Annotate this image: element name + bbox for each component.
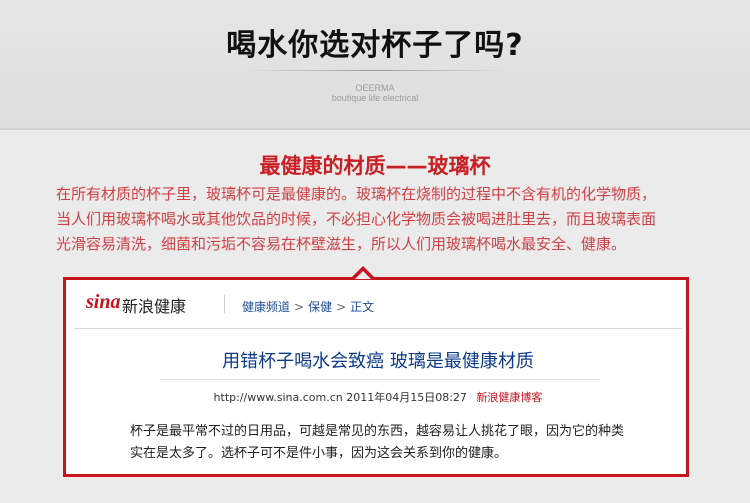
page-headline: 喝水你选对杯子了吗? <box>226 28 524 63</box>
article-url[interactable]: http://www.sina.com.cn <box>214 391 343 404</box>
sina-header: sina 新浪健康 健康频道 > 保健 > 正文 <box>74 288 682 318</box>
article-source-link[interactable]: 新浪健康博客 <box>476 391 542 404</box>
sina-logo[interactable]: sina <box>86 291 120 314</box>
brand-name: OEERMA <box>355 83 395 93</box>
breadcrumb: 健康频道 > 保健 > 正文 <box>242 298 374 315</box>
breadcrumb-link-health-channel[interactable]: 健康频道 <box>242 300 290 314</box>
article-date: 2011年04月15日08:27 <box>346 391 467 404</box>
article-meta: http://www.sina.com.cn 2011年04月15日08:27 … <box>74 389 682 405</box>
section-title: 最健康的材质——玻璃杯 <box>259 154 491 178</box>
brand-tagline: boutique life electrical <box>331 93 419 103</box>
description-line: 当人们用玻璃杯喝水或其他饮品的时候，不必担心化学物质会被喝进肚里去，而且玻璃表面 <box>56 210 657 228</box>
description-line: 光滑容易清洗，细菌和污垢不容易在杯壁滋生，所以人们用玻璃杯喝水最安全、健康。 <box>56 235 627 253</box>
breadcrumb-separator: > <box>336 300 347 314</box>
breadcrumb-link-healthcare[interactable]: 保健 <box>308 300 332 314</box>
body-line: 杯子是最平常不过的日用品，可越是常见的东西，越容易让人挑花了眼，因为它的种类 <box>130 424 625 439</box>
breadcrumb-separator: > <box>294 300 305 314</box>
brand-logo: OEERMA boutique life electrical <box>0 83 750 103</box>
title-rule <box>160 379 600 380</box>
section-description: 在所有材质的杯子里，玻璃杯可是最健康的。玻璃杯在烧制的过程中不含有机的化学物质，… <box>56 182 696 257</box>
article-body: 杯子是最平常不过的日用品，可越是常见的东西，越容易让人挑花了眼，因为它的种类 实… <box>130 421 650 465</box>
section-divider <box>0 128 750 130</box>
header-separator <box>224 295 225 313</box>
body-line: 实在是太多了。选杯子可不是件小事，因为这会关系到你的健康。 <box>130 446 508 461</box>
top-banner: 喝水你选对杯子了吗? OEERMA boutique life electric… <box>0 0 750 128</box>
brand-divider <box>245 70 505 71</box>
breadcrumb-current: 正文 <box>350 300 375 314</box>
article-title: 用错杯子喝水会致癌 玻璃是最健康材质 <box>222 351 534 372</box>
description-line: 在所有材质的杯子里，玻璃杯可是最健康的。玻璃杯在烧制的过程中不含有机的化学物质， <box>56 185 657 203</box>
article: 用错杯子喝水会致癌 玻璃是最健康材质 http://www.sina.com.c… <box>74 328 682 475</box>
frame-pointer-inner <box>355 271 371 279</box>
sina-section-name[interactable]: 新浪健康 <box>122 293 186 317</box>
